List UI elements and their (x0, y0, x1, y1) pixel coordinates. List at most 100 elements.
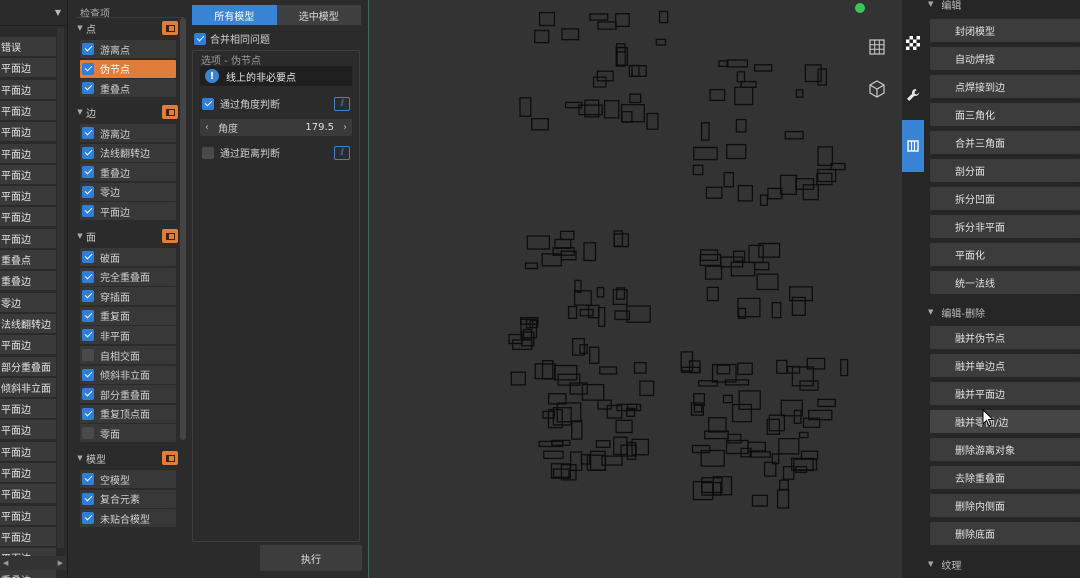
check-item-checkbox[interactable] (82, 349, 94, 361)
check-item[interactable]: 零面 (80, 424, 176, 443)
delete-button[interactable]: 融并平面边 (930, 382, 1080, 405)
delete-button[interactable]: 融并零面/边 (930, 410, 1080, 433)
check-item-checkbox[interactable] (82, 290, 94, 303)
delete-button[interactable]: 去除重叠面 (930, 466, 1080, 489)
check-item[interactable]: 空模型 (80, 470, 176, 488)
check-item[interactable]: 破面 (80, 248, 176, 266)
result-row[interactable]: 部分重叠面 (0, 356, 56, 376)
check-item[interactable]: 自相交面 (80, 346, 176, 364)
angle-spinbox[interactable]: ‹ 角度 179.5 › (200, 119, 352, 136)
angle-check-option[interactable]: 通过角度判断 ⅈ (200, 96, 352, 111)
angle-value[interactable]: 179.5 (305, 122, 334, 133)
check-item[interactable]: 倾斜非立面 (80, 365, 176, 384)
check-item-checkbox[interactable] (82, 43, 94, 55)
check-item[interactable]: 非平面 (80, 326, 176, 345)
result-row[interactable]: 平面边 (0, 207, 56, 227)
check-item-checkbox[interactable] (82, 62, 94, 75)
check-item[interactable]: 伪节点 (80, 59, 176, 78)
check-item-checkbox[interactable] (82, 473, 94, 485)
result-row[interactable]: 平面边 (0, 420, 56, 440)
result-row[interactable]: 平面边 (0, 484, 56, 504)
check-item-checkbox[interactable] (82, 251, 94, 263)
result-row[interactable]: 平面边 (0, 463, 56, 482)
check-item-checkbox[interactable] (82, 146, 94, 159)
check-items-scrollbar[interactable] (180, 18, 186, 440)
edit-button[interactable]: 面三角化 (930, 103, 1080, 126)
results-scrollbar[interactable] (57, 28, 64, 548)
edit-button[interactable]: 封闭模型 (930, 19, 1080, 42)
edit-button[interactable]: 剖分面 (930, 159, 1080, 182)
result-row[interactable]: 重叠点 (0, 250, 56, 269)
distance-check-option[interactable]: 通过距离判断 ⅈ (200, 145, 352, 160)
scroll-left-icon[interactable]: ◀ (3, 559, 8, 567)
edit-button[interactable]: 自动焊接 (930, 47, 1080, 70)
check-item[interactable]: 游离点 (80, 40, 176, 58)
check-item-checkbox[interactable] (82, 185, 94, 198)
check-item[interactable]: 重叠边 (80, 163, 176, 182)
edit-button[interactable]: 平面化 (930, 243, 1080, 266)
group-edge[interactable]: ▼ 边 (74, 104, 178, 120)
help-icon[interactable]: ⅈ (334, 145, 350, 160)
merge-same-issues-option[interactable]: 合并相同问题 (192, 31, 270, 46)
check-item[interactable]: 完全重叠面 (80, 267, 176, 286)
result-row[interactable]: 平面边 (0, 100, 56, 120)
check-item[interactable]: 重复顶点面 (80, 404, 176, 423)
group-model[interactable]: ▼ 模型 (74, 450, 178, 466)
check-item-checkbox[interactable] (82, 205, 94, 218)
check-item[interactable]: 重复面 (80, 306, 176, 325)
check-item[interactable]: 平面边 (80, 202, 176, 221)
wrench-icon[interactable] (902, 82, 924, 108)
result-row[interactable]: 法线翻转边 (0, 313, 56, 333)
cube-icon[interactable] (866, 78, 888, 100)
distance-checkbox[interactable] (202, 146, 214, 159)
edit-button[interactable]: 合并三角面 (930, 131, 1080, 154)
result-row[interactable]: 平面边 (0, 228, 56, 248)
edit-button[interactable]: 统一法线 (930, 271, 1080, 294)
result-row[interactable]: 平面边 (0, 441, 56, 461)
book-icon[interactable] (902, 120, 924, 172)
scroll-right-icon[interactable]: ▶ (58, 559, 63, 567)
tab-all-models[interactable]: 所有模型 (192, 5, 277, 25)
result-row[interactable]: 平面边 (0, 399, 56, 419)
group-face[interactable]: ▼ 面 (74, 228, 178, 244)
check-item-checkbox[interactable] (82, 270, 94, 283)
group-toggle-icon[interactable] (162, 21, 178, 35)
section-edit-delete[interactable]: ▼ 编辑-删除 (924, 304, 1080, 320)
check-item-checkbox[interactable] (82, 127, 94, 139)
delete-button[interactable]: 删除底面 (930, 522, 1080, 545)
result-row[interactable]: 平面边 (0, 505, 56, 525)
check-item-checkbox[interactable] (82, 492, 94, 505)
result-row[interactable]: 错误 (0, 37, 56, 56)
tab-selected-models[interactable]: 选中模型 (276, 5, 361, 25)
check-item-checkbox[interactable] (82, 368, 94, 381)
grid-icon[interactable] (866, 36, 888, 58)
result-row[interactable]: 平面边 (0, 164, 56, 184)
group-toggle-icon[interactable] (162, 451, 178, 465)
check-item[interactable]: 重叠点 (80, 79, 176, 98)
group-toggle-icon[interactable] (162, 229, 178, 243)
result-row[interactable]: 倾斜非立面 (0, 377, 56, 397)
result-row[interactable]: 平面边 (0, 122, 56, 142)
delete-button[interactable]: 融并伪节点 (930, 326, 1080, 349)
check-item-checkbox[interactable] (82, 329, 94, 342)
check-item-checkbox[interactable] (82, 82, 94, 95)
check-item-checkbox[interactable] (82, 407, 94, 420)
check-item-checkbox[interactable] (82, 427, 94, 440)
section-edit[interactable]: ▼ 编辑 (924, 0, 1080, 12)
results-hscrollbar[interactable]: ◀ ▶ (0, 556, 66, 570)
result-row[interactable]: 重叠边 (0, 569, 56, 578)
delete-button[interactable]: 删除内侧面 (930, 494, 1080, 517)
result-row[interactable]: 平面边 (0, 526, 56, 546)
delete-button[interactable]: 删除游离对象 (930, 438, 1080, 461)
check-item[interactable]: 未贴合模型 (80, 509, 176, 528)
edit-button[interactable]: 拆分凹面 (930, 187, 1080, 210)
check-item[interactable]: 部分重叠面 (80, 385, 176, 404)
check-item[interactable]: 复合元素 (80, 489, 176, 508)
increment-icon[interactable]: › (338, 122, 352, 133)
section-texture[interactable]: ▼ 纹理 (924, 556, 1080, 572)
checker-icon[interactable] (902, 30, 924, 56)
check-item[interactable]: 游离边 (80, 124, 176, 142)
edit-button[interactable]: 拆分非平面 (930, 215, 1080, 238)
delete-button[interactable]: 融并单边点 (930, 354, 1080, 377)
angle-checkbox[interactable] (202, 97, 214, 110)
